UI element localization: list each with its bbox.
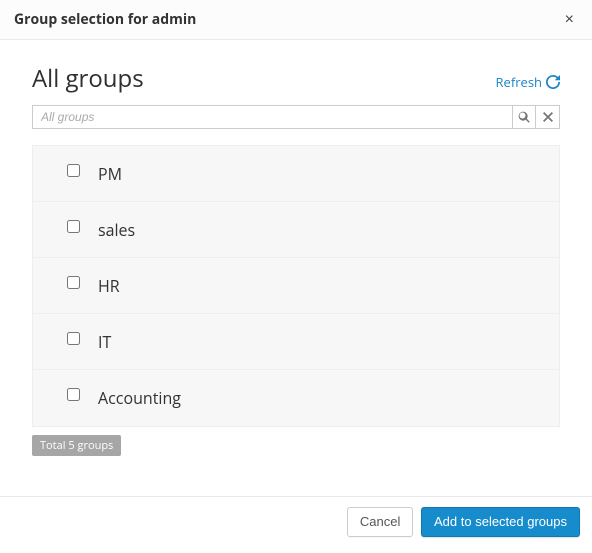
group-row[interactable]: PM (33, 146, 559, 202)
search-input[interactable] (32, 105, 512, 129)
refresh-label: Refresh (496, 73, 542, 91)
group-row[interactable]: IT (33, 314, 559, 370)
group-name: IT (98, 331, 111, 353)
clear-icon (543, 112, 553, 122)
group-checkbox[interactable] (67, 220, 80, 233)
heading-row: All groups Refresh (32, 62, 560, 95)
group-name: PM (98, 163, 122, 185)
total-count-badge: Total 5 groups (32, 435, 121, 456)
group-row[interactable]: HR (33, 258, 559, 314)
group-name: sales (98, 219, 135, 241)
cancel-button[interactable]: Cancel (347, 507, 413, 537)
group-row[interactable]: Accounting (33, 370, 559, 426)
page-title: All groups (32, 62, 144, 95)
clear-search-button[interactable] (536, 105, 560, 129)
refresh-link[interactable]: Refresh (496, 73, 560, 91)
group-list: PM sales HR IT Accounting (32, 145, 560, 427)
group-row[interactable]: sales (33, 202, 559, 258)
group-checkbox[interactable] (67, 332, 80, 345)
group-checkbox[interactable] (67, 276, 80, 289)
refresh-icon (546, 75, 560, 89)
search-row (32, 105, 560, 129)
add-to-selected-button[interactable]: Add to selected groups (421, 507, 580, 537)
close-button[interactable]: × (563, 12, 576, 28)
group-name: HR (98, 275, 120, 297)
group-checkbox[interactable] (67, 388, 80, 401)
modal-title: Group selection for admin (14, 10, 196, 29)
modal-footer: Cancel Add to selected groups (0, 496, 592, 553)
modal-header: Group selection for admin × (0, 0, 592, 40)
close-icon: × (565, 11, 574, 28)
search-button[interactable] (512, 105, 536, 129)
search-icon (518, 111, 530, 123)
group-checkbox[interactable] (67, 164, 80, 177)
group-name: Accounting (98, 387, 181, 409)
